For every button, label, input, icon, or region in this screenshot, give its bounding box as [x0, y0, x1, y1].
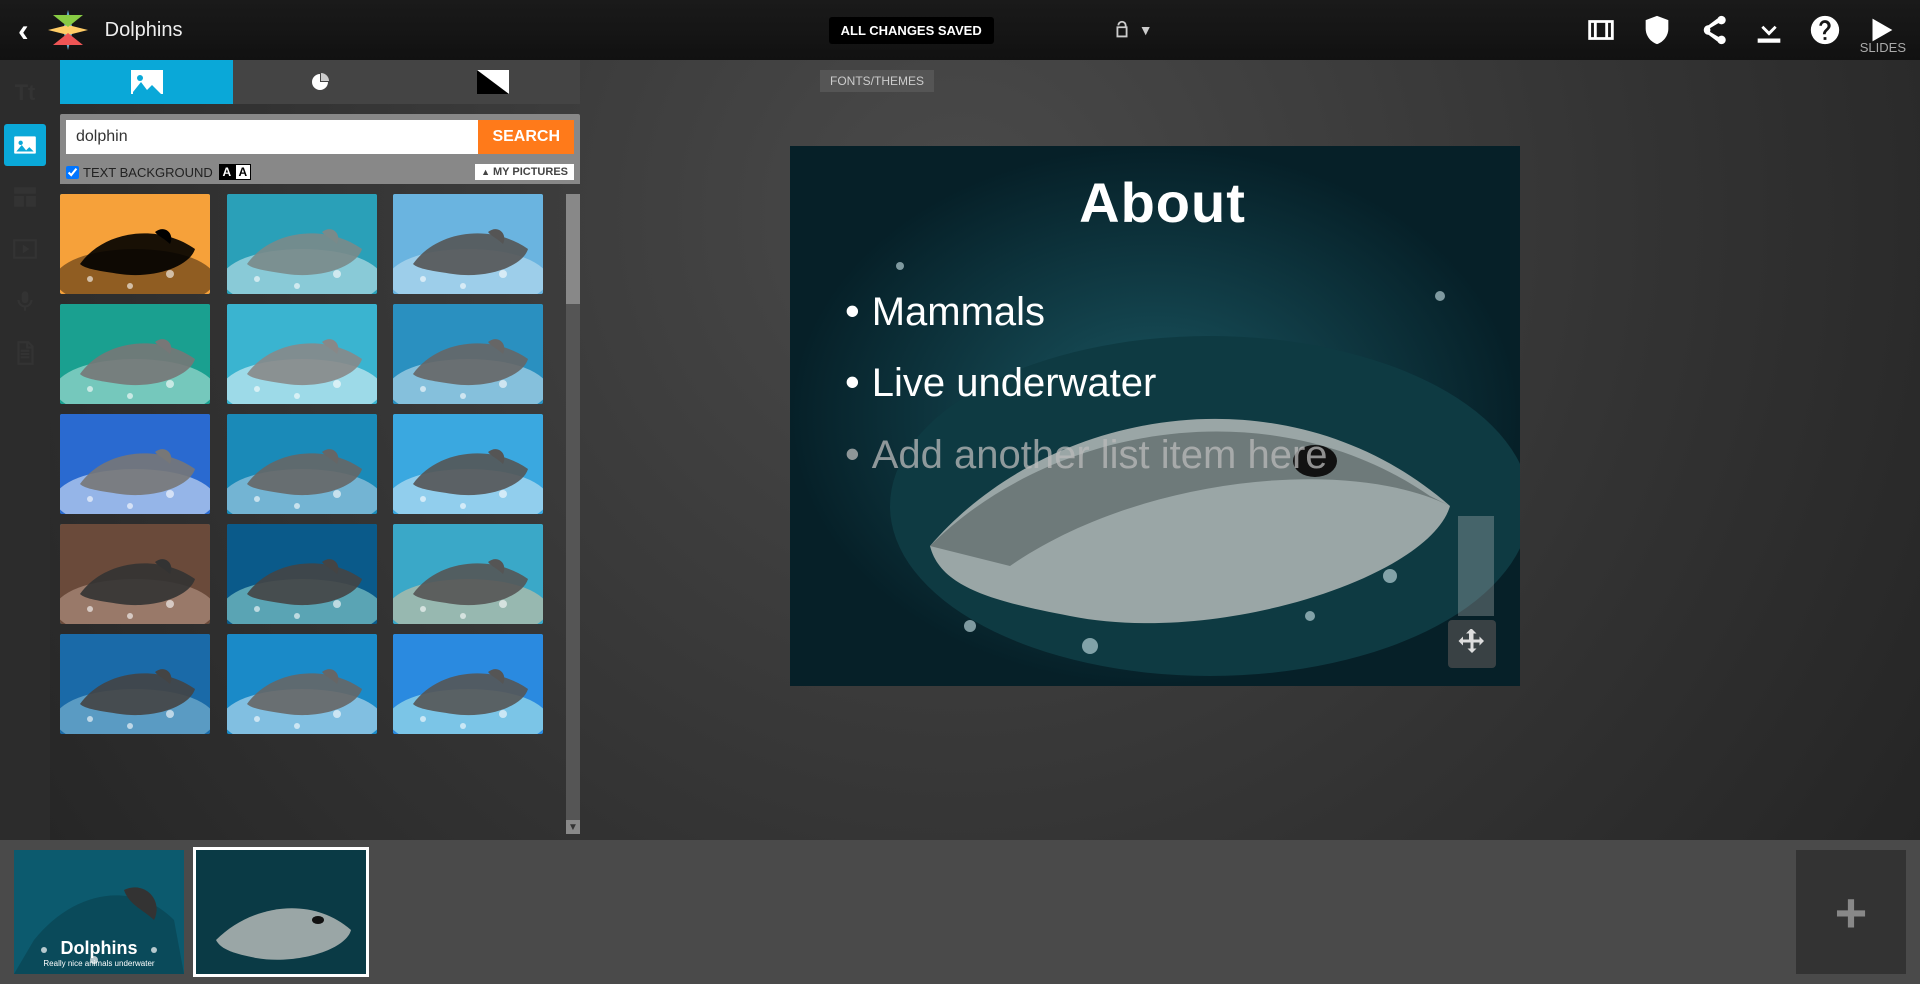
- search-input[interactable]: [66, 120, 478, 154]
- slide-thumb-1[interactable]: Dolphins Really nice animals underwater: [14, 850, 184, 974]
- search-row: SEARCH: [60, 114, 580, 160]
- tool-text[interactable]: Tt: [4, 72, 46, 114]
- download-icon[interactable]: [1752, 13, 1786, 47]
- list-item-placeholder: •Add another list item here: [845, 418, 1480, 489]
- scrollbar-thumb[interactable]: [566, 194, 580, 304]
- resize-bar[interactable]: [1458, 516, 1494, 616]
- share-icon[interactable]: [1696, 13, 1730, 47]
- slides-tray: Dolphins Really nice animals underwater …: [0, 840, 1920, 984]
- tab-bw[interactable]: [407, 60, 580, 104]
- tool-doc[interactable]: [4, 332, 46, 374]
- help-icon[interactable]: [1808, 13, 1842, 47]
- slide-thumb-title: Dolphins: [14, 938, 184, 959]
- shield-icon[interactable]: [1640, 13, 1674, 47]
- text-background-checkbox[interactable]: [66, 166, 79, 179]
- image-result-thumb[interactable]: [60, 524, 210, 624]
- chevron-down-icon: ▼: [1139, 22, 1153, 38]
- image-result-thumb[interactable]: [227, 524, 377, 624]
- back-button[interactable]: ‹: [12, 12, 35, 49]
- image-result-thumb[interactable]: [60, 414, 210, 514]
- image-result-thumb[interactable]: [393, 414, 543, 514]
- project-title[interactable]: Dolphins: [105, 19, 183, 42]
- fonts-themes-button[interactable]: FONTS/THEMES: [820, 70, 934, 92]
- search-options: TEXT BACKGROUND A A ▲MY PICTURES: [60, 160, 580, 184]
- app-body: Tt SEAR: [0, 60, 1920, 840]
- my-pictures-button[interactable]: ▲MY PICTURES: [475, 164, 574, 180]
- image-result-thumb[interactable]: [60, 304, 210, 404]
- save-status-badge: ALL CHANGES SAVED: [829, 17, 994, 44]
- image-result-thumb[interactable]: [393, 524, 543, 624]
- tool-mic[interactable]: [4, 280, 46, 322]
- list-item: •Mammals: [845, 275, 1480, 346]
- image-result-thumb[interactable]: [227, 414, 377, 514]
- image-result-thumb[interactable]: [393, 304, 543, 404]
- search-button[interactable]: SEARCH: [478, 120, 574, 154]
- plus-icon: +: [1835, 880, 1868, 945]
- move-handle[interactable]: [1448, 620, 1496, 668]
- text-background-label: TEXT BACKGROUND: [83, 165, 213, 180]
- image-result-thumb[interactable]: [60, 194, 210, 294]
- image-result-thumb[interactable]: [393, 194, 543, 294]
- tab-image[interactable]: [60, 60, 233, 104]
- text-color-toggle[interactable]: A A: [219, 164, 251, 180]
- slide-title[interactable]: About: [845, 170, 1480, 235]
- image-result-thumb[interactable]: [60, 634, 210, 734]
- asset-panel: SEARCH TEXT BACKGROUND A A ▲MY PICTURES: [50, 60, 590, 840]
- add-slide-button[interactable]: +: [1796, 850, 1906, 974]
- tool-image[interactable]: [4, 124, 46, 166]
- slide-content[interactable]: About •Mammals •Live underwater •Add ano…: [845, 170, 1480, 489]
- scroll-down-button[interactable]: ▼: [566, 820, 580, 834]
- slide-thumb-2[interactable]: [196, 850, 366, 974]
- app-logo[interactable]: [43, 5, 93, 55]
- image-result-thumb[interactable]: [227, 194, 377, 294]
- slide-thumb-subtitle: Really nice animals underwater: [14, 959, 184, 968]
- tool-video[interactable]: [4, 228, 46, 270]
- image-results: ▼: [60, 194, 580, 834]
- slide-bullet-list[interactable]: •Mammals •Live underwater •Add another l…: [845, 275, 1480, 489]
- asset-tabs: [60, 60, 580, 104]
- list-item: •Live underwater: [845, 346, 1480, 417]
- image-result-thumb[interactable]: [393, 634, 543, 734]
- app-header: ‹ Dolphins ▼ ALL CHANGES SAVED: [0, 0, 1920, 60]
- image-result-thumb[interactable]: [227, 304, 377, 404]
- tool-layout[interactable]: [4, 176, 46, 218]
- image-result-thumb[interactable]: [227, 634, 377, 734]
- slide-canvas[interactable]: About •Mammals •Live underwater •Add ano…: [790, 146, 1520, 686]
- tab-chart[interactable]: [233, 60, 406, 104]
- slides-label: SLIDES: [1860, 40, 1906, 834]
- lock-toggle[interactable]: ▼: [1111, 19, 1153, 41]
- canvas-area: FONTS/THEMES About •Mammals: [590, 60, 1920, 840]
- film-icon[interactable]: [1584, 13, 1618, 47]
- tools-rail: Tt: [0, 60, 50, 840]
